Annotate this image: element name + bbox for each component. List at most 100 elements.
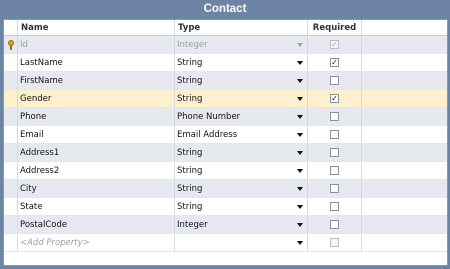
table-row[interactable]: Phone Phone Number [4, 108, 447, 126]
row-indicator-cell [4, 108, 18, 125]
add-property-type-dropdown[interactable] [175, 234, 308, 251]
table-row[interactable]: PostalCode Integer [4, 216, 447, 234]
property-type-dropdown[interactable]: String [175, 72, 308, 89]
row-filler-cell [362, 72, 447, 89]
required-cell [308, 216, 362, 233]
required-checkbox[interactable] [330, 112, 339, 121]
dropdown-arrow [297, 96, 303, 101]
add-property-row[interactable]: <Add Property> [4, 234, 447, 252]
row-filler-cell [362, 144, 447, 161]
required-cell: ✓ [308, 90, 362, 107]
required-checkbox[interactable] [330, 130, 339, 139]
column-header-type[interactable]: Type [175, 20, 308, 35]
property-type-dropdown[interactable]: String [175, 198, 308, 215]
property-name: State [20, 201, 43, 212]
chevron-down-icon[interactable] [293, 204, 307, 209]
required-checkbox[interactable] [330, 220, 339, 229]
table-row[interactable]: Address2 String [4, 162, 447, 180]
required-cell [308, 72, 362, 89]
property-name-cell[interactable]: FirstName [18, 72, 175, 89]
chevron-down-icon[interactable] [293, 114, 307, 119]
row-filler-cell [362, 216, 447, 233]
table-row[interactable]: City String [4, 180, 447, 198]
row-indicator-cell [4, 72, 18, 89]
required-checkbox[interactable] [330, 76, 339, 85]
property-name-cell[interactable]: Id [18, 36, 175, 53]
property-type-dropdown[interactable]: String [175, 144, 308, 161]
chevron-down-icon[interactable] [293, 240, 307, 245]
property-type-dropdown[interactable]: Integer [175, 216, 308, 233]
property-name: Id [20, 39, 28, 50]
dropdown-arrow [297, 132, 303, 137]
row-filler-cell [362, 162, 447, 179]
property-name-cell[interactable]: State [18, 198, 175, 215]
property-name-cell[interactable]: LastName [18, 54, 175, 71]
row-filler-cell [362, 198, 447, 215]
required-cell [308, 108, 362, 125]
column-header-name[interactable]: Name [18, 20, 175, 35]
row-indicator-cell [4, 90, 18, 107]
table-row[interactable]: LastName String ✓ [4, 54, 447, 72]
required-cell [308, 234, 362, 251]
required-checkbox [330, 238, 339, 247]
required-checkbox[interactable] [330, 184, 339, 193]
chevron-down-icon[interactable] [293, 60, 307, 65]
required-checkbox[interactable] [330, 166, 339, 175]
table-row[interactable]: Gender String ✓ [4, 90, 447, 108]
add-property-placeholder: <Add Property> [20, 237, 90, 248]
required-checkbox[interactable] [330, 202, 339, 211]
property-type-dropdown[interactable]: Phone Number [175, 108, 308, 125]
property-type-dropdown[interactable]: Email Address [175, 126, 308, 143]
property-name-cell[interactable]: Email [18, 126, 175, 143]
row-filler-cell [362, 180, 447, 197]
required-cell [308, 162, 362, 179]
table-row[interactable]: Address1 String [4, 144, 447, 162]
property-name: Phone [20, 111, 47, 122]
property-type: String [177, 57, 203, 68]
required-cell [308, 126, 362, 143]
property-name: FirstName [20, 75, 63, 86]
row-filler-cell [362, 36, 447, 53]
dropdown-arrow [297, 150, 303, 155]
property-name: Address1 [20, 147, 60, 158]
chevron-down-icon[interactable] [293, 96, 307, 101]
chevron-down-icon[interactable] [293, 186, 307, 191]
property-type: String [177, 75, 203, 86]
property-type: String [177, 165, 203, 176]
chevron-down-icon[interactable] [293, 150, 307, 155]
add-property-name-cell[interactable]: <Add Property> [18, 234, 175, 251]
chevron-down-icon[interactable] [293, 78, 307, 83]
property-name-cell[interactable]: Address1 [18, 144, 175, 161]
required-checkbox[interactable]: ✓ [330, 94, 339, 103]
property-name: Address2 [20, 165, 60, 176]
table-row[interactable]: FirstName String [4, 72, 447, 90]
property-name-cell[interactable]: City [18, 180, 175, 197]
chevron-down-icon[interactable] [293, 132, 307, 137]
table-row[interactable]: Id Integer ✓ [4, 36, 447, 54]
property-type-dropdown[interactable]: Integer [175, 36, 308, 53]
table-row[interactable]: Email Email Address [4, 126, 447, 144]
header-indicator-cell [4, 20, 18, 35]
property-type-dropdown[interactable]: String [175, 162, 308, 179]
key-icon [7, 39, 14, 50]
row-filler-cell [362, 126, 447, 143]
table-row[interactable]: State String [4, 198, 447, 216]
property-name-cell[interactable]: PostalCode [18, 216, 175, 233]
column-header-filler [362, 20, 447, 35]
property-name-cell[interactable]: Address2 [18, 162, 175, 179]
required-checkbox[interactable]: ✓ [330, 58, 339, 67]
column-header-required[interactable]: Required [308, 20, 362, 35]
property-type: Email Address [177, 129, 238, 140]
row-filler-cell [362, 54, 447, 71]
required-checkbox[interactable] [330, 148, 339, 157]
property-name-cell[interactable]: Phone [18, 108, 175, 125]
property-name-cell[interactable]: Gender [18, 90, 175, 107]
chevron-down-icon[interactable] [293, 42, 307, 47]
dropdown-arrow [297, 114, 303, 119]
property-type-dropdown[interactable]: String [175, 180, 308, 197]
property-type-dropdown[interactable]: String [175, 90, 308, 107]
property-type: String [177, 93, 203, 104]
chevron-down-icon[interactable] [293, 222, 307, 227]
chevron-down-icon[interactable] [293, 168, 307, 173]
property-type-dropdown[interactable]: String [175, 54, 308, 71]
